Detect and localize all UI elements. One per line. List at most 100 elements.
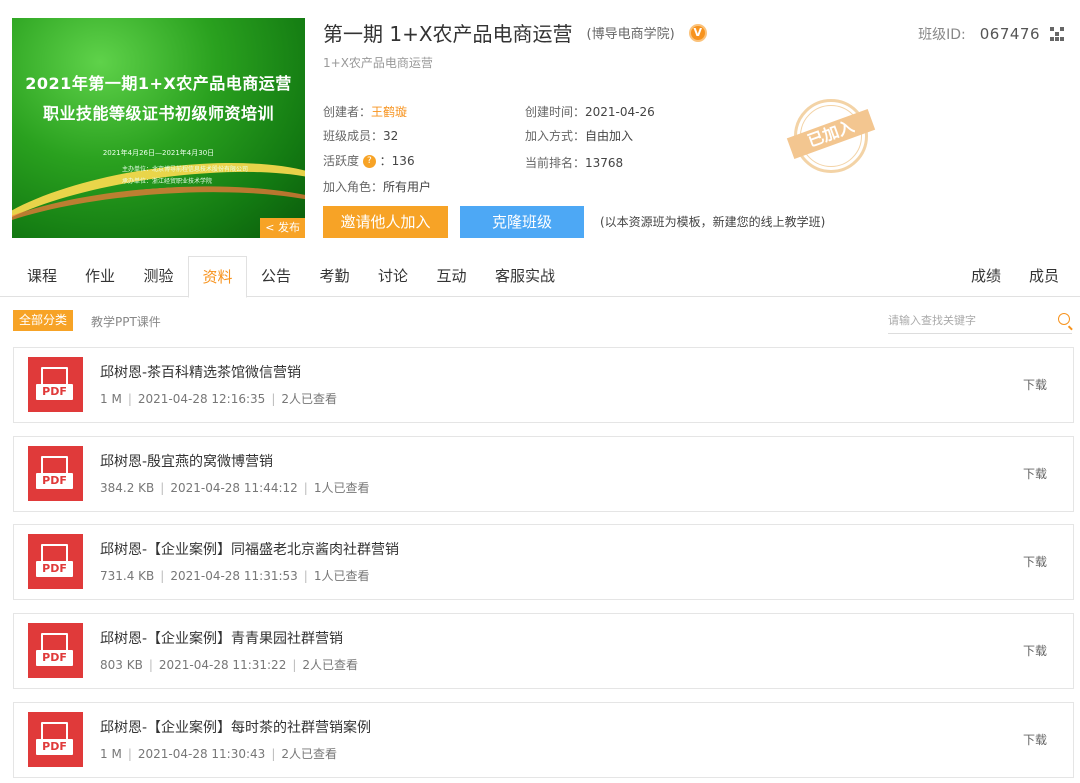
class-tabs: 课程 作业 测验 资料 公告 考勤 讨论 互动 客服实战 成绩 成员 — [0, 256, 1080, 298]
file-name[interactable]: 邱树恩-【企业案例】每时茶的社群营销案例 — [100, 717, 371, 737]
join-mode-label: 加入方式： — [525, 129, 586, 143]
tab-discussion[interactable]: 讨论 — [364, 256, 422, 297]
tab-course[interactable]: 课程 — [13, 256, 71, 297]
file-name[interactable]: 邱树恩-茶百科精选茶馆微信营销 — [100, 362, 301, 382]
clone-class-button[interactable]: 克隆班级 — [460, 206, 584, 238]
meta-separator: | — [127, 747, 132, 761]
tab-materials[interactable]: 资料 — [188, 256, 247, 298]
class-id-label: 班级ID: — [918, 27, 966, 43]
members-label: 班级成员： — [323, 129, 384, 143]
class-id-value: 067476 — [979, 25, 1040, 43]
file-meta: 1 M | 2021-04-28 12:16:35 | 2人已查看 — [100, 390, 337, 407]
members-field: 班级成员：32 — [323, 127, 398, 144]
publish-button[interactable]: < 发布 — [260, 218, 305, 238]
joined-stamp: 已加入 — [786, 97, 876, 173]
file-size: 803 KB — [100, 658, 143, 672]
file-item[interactable]: PDF 邱树恩-殷宜燕的窝微博营销 384.2 KB | 2021-04-28 11… — [13, 436, 1074, 512]
download-button[interactable]: 下载 — [1023, 465, 1047, 482]
search-box — [888, 308, 1072, 334]
activity-label: 活跃度 — [323, 154, 360, 168]
file-time: 2021-04-28 11:44:12 — [170, 481, 298, 495]
file-time: 2021-04-28 11:30:43 — [137, 747, 266, 761]
created-time-field: 创建时间：2021-04-26 — [525, 103, 655, 120]
file-item[interactable]: PDF 邱树恩-【企业案例】同福盛老北京酱肉社群营销 731.4 KB | 2021… — [13, 524, 1074, 600]
file-name[interactable]: 邱树恩-殷宜燕的窝微博营销 — [100, 451, 273, 471]
cover-host: 主办单位：北京博导前程信息技术股份有限公司 — [122, 166, 249, 173]
file-views: 1人已查看 — [313, 481, 370, 495]
search-icon[interactable] — [1058, 313, 1070, 325]
help-icon[interactable]: ? — [362, 155, 376, 168]
join-role-field: 加入角色：所有用户 — [323, 178, 431, 195]
file-size: 1 M — [100, 392, 122, 406]
verified-icon: V — [688, 23, 707, 42]
tab-homework[interactable]: 作业 — [71, 256, 129, 297]
file-name[interactable]: 邱树恩-【企业案例】青青果园社群营销 — [100, 628, 343, 648]
pdf-icon: PDF — [28, 712, 83, 767]
file-name[interactable]: 邱树恩-【企业案例】同福盛老北京酱肉社群营销 — [100, 539, 399, 559]
activity-value: ：136 — [379, 154, 415, 168]
pdf-icon-label: PDF — [36, 739, 73, 755]
creator-field: 创建者：王鹤璇 — [323, 103, 407, 120]
file-item[interactable]: PDF 邱树恩-【企业案例】每时茶的社群营销案例 1 M | 2021-04-28 … — [13, 702, 1074, 778]
join-role-label: 加入角色： — [323, 180, 384, 194]
join-mode-value: 自由加入 — [585, 129, 634, 143]
file-views: 2人已查看 — [281, 747, 337, 761]
file-time: 2021-04-28 12:16:35 — [137, 392, 266, 406]
tab-notice[interactable]: 公告 — [247, 256, 305, 297]
meta-separator: | — [127, 392, 132, 406]
category-all-chip[interactable]: 全部分类 — [13, 310, 74, 331]
publish-label: 发布 — [278, 221, 300, 234]
creator-name[interactable]: 王鹤璇 — [371, 105, 407, 119]
tab-attendance[interactable]: 考勤 — [305, 256, 364, 297]
file-size: 384.2 KB — [100, 481, 155, 495]
file-meta: 731.4 KB | 2021-04-28 11:31:53 | 1人已查看 — [100, 567, 369, 584]
file-meta: 803 KB | 2021-04-28 11:31:22 | 2人已查看 — [100, 656, 358, 673]
download-button[interactable]: 下载 — [1023, 642, 1047, 659]
file-size: 731.4 KB — [100, 569, 155, 583]
file-views: 2人已查看 — [281, 392, 337, 406]
meta-separator: | — [148, 658, 153, 672]
class-subtitle: 1+X农产品电商运营 — [323, 56, 433, 70]
tab-quiz[interactable]: 测验 — [129, 256, 188, 297]
class-cover-image: 2021年第一期1+X农产品电商运营 职业技能等级证书初级师资培训 2021年4… — [12, 18, 305, 238]
pdf-icon: PDF — [28, 534, 83, 589]
tab-customer-service-practice[interactable]: 客服实战 — [481, 256, 569, 297]
pdf-icon: PDF — [28, 357, 83, 412]
file-item[interactable]: PDF 邱树恩-茶百科精选茶馆微信营销 1 M | 2021-04-28 12:16… — [13, 347, 1074, 423]
created-time-label: 创建时间： — [525, 105, 586, 119]
created-time-value: 2021-04-26 — [585, 105, 655, 119]
file-meta: 1 M | 2021-04-28 11:30:43 | 2人已查看 — [100, 745, 337, 762]
meta-separator: | — [160, 481, 165, 495]
pdf-icon: PDF — [28, 446, 83, 501]
search-input[interactable] — [888, 308, 1048, 332]
rank-value: 13768 — [585, 156, 624, 170]
file-views: 1人已查看 — [313, 569, 370, 583]
cover-title-line2: 职业技能等级证书初级师资培训 — [42, 104, 274, 123]
tab-interaction[interactable]: 互动 — [422, 256, 481, 297]
class-id: 班级ID: 067476 — [918, 24, 1064, 44]
category-ppt-chip[interactable]: 教学PPT课件 — [91, 313, 161, 330]
cover-title-line1: 2021年第一期1+X农产品电商运营 — [25, 74, 292, 93]
invite-button[interactable]: 邀请他人加入 — [323, 206, 448, 238]
meta-separator: | — [160, 569, 165, 583]
tab-grades[interactable]: 成绩 — [957, 256, 1015, 297]
join-role-value: 所有用户 — [383, 180, 432, 194]
meta-separator: | — [271, 747, 276, 761]
file-meta: 384.2 KB | 2021-04-28 11:44:12 | 1人已查看 — [100, 479, 369, 496]
join-mode-field: 加入方式：自由加入 — [525, 127, 633, 144]
tab-members[interactable]: 成员 — [1015, 256, 1073, 297]
file-size: 1 M — [100, 747, 122, 761]
file-views: 2人已查看 — [302, 658, 359, 672]
cover-dates: 2021年4月26日—2021年4月30日 — [102, 149, 215, 157]
pdf-icon-label: PDF — [36, 384, 73, 400]
rank-label: 当前排名： — [525, 156, 586, 170]
class-organization: (博导电商学院) — [586, 27, 675, 42]
pdf-icon-label: PDF — [36, 561, 73, 577]
download-button[interactable]: 下载 — [1023, 553, 1047, 570]
file-item[interactable]: PDF 邱树恩-【企业案例】青青果园社群营销 803 KB | 2021-04-28… — [13, 613, 1074, 689]
meta-separator: | — [271, 392, 276, 406]
qr-code-icon[interactable] — [1050, 27, 1064, 41]
download-button[interactable]: 下载 — [1023, 376, 1047, 393]
class-title-row: 第一期 1+X农产品电商运营 (博导电商学院) V — [323, 18, 707, 47]
download-button[interactable]: 下载 — [1023, 731, 1047, 748]
